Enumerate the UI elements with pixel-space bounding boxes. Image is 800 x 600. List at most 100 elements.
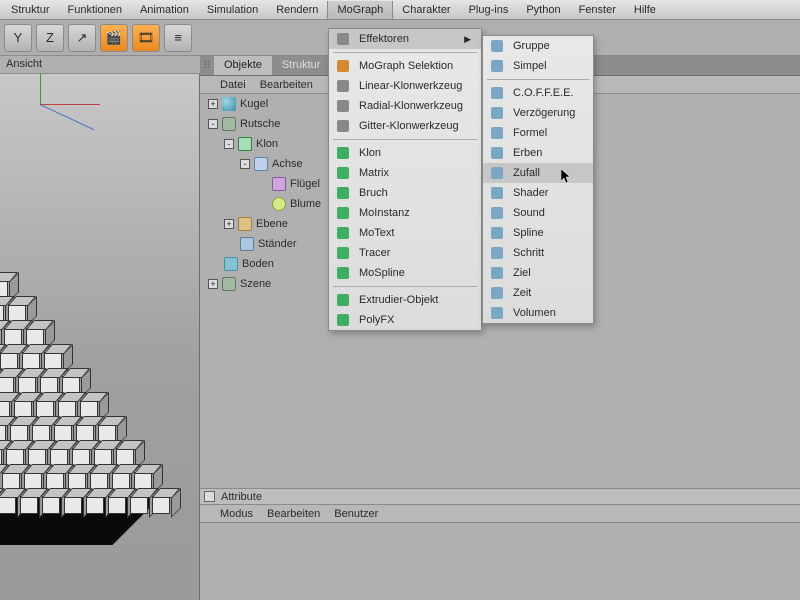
menu-item-label: Erben xyxy=(513,147,542,159)
attr-menu-benutzer[interactable]: Benutzer xyxy=(334,508,378,520)
menu-item-schritt[interactable]: Schritt xyxy=(483,243,593,263)
attr-checkbox[interactable] xyxy=(204,491,215,502)
menu-item-label: MoGraph Selektion xyxy=(359,60,453,72)
menu-item-extrudier-objekt[interactable]: Extrudier-Objekt xyxy=(329,290,481,310)
effector-icon xyxy=(335,145,351,161)
menu-struktur[interactable]: Struktur xyxy=(2,1,59,19)
menu-item-mograph-selektion[interactable]: MoGraph Selektion xyxy=(329,56,481,76)
grip-icon: ⠿ xyxy=(200,56,214,75)
menu-item-effektoren[interactable]: Effektoren▶ xyxy=(329,29,481,49)
mograph-dropdown[interactable]: Effektoren▶ MoGraph Selektion Linear-Klonw… xyxy=(328,28,482,331)
menu-item-gitter-klonwerkzeug[interactable]: Gitter-Klonwerkzeug xyxy=(329,116,481,136)
menu-fenster[interactable]: Fenster xyxy=(570,1,625,19)
expand-toggle[interactable]: + xyxy=(224,219,234,229)
menu-item-spline[interactable]: Spline xyxy=(483,223,593,243)
menu-item-label: Matrix xyxy=(359,167,389,179)
tool-btn-3[interactable]: 🎬 xyxy=(100,24,128,52)
effector-icon xyxy=(335,225,351,241)
tool-btn-2[interactable]: ↗ xyxy=(68,24,96,52)
tab-objekte[interactable]: Objekte xyxy=(214,56,272,75)
effektoren-submenu[interactable]: Gruppe Simpel C.O.F.F.E.E. Verzögerung Forme… xyxy=(482,35,594,324)
menu-item-label: Ziel xyxy=(513,267,531,279)
menu-item-label: PolyFX xyxy=(359,314,394,326)
menu-plug-ins[interactable]: Plug-ins xyxy=(460,1,518,19)
effector-icon xyxy=(335,185,351,201)
menu-item-volumen[interactable]: Volumen xyxy=(483,303,593,323)
obj-menu-bearbeiten[interactable]: Bearbeiten xyxy=(260,79,313,91)
menu-hilfe[interactable]: Hilfe xyxy=(625,1,665,19)
menu-item-c-o-f-f-e-e-[interactable]: C.O.F.F.E.E. xyxy=(483,83,593,103)
menu-item-label: Klon xyxy=(359,147,381,159)
menu-item-zeit[interactable]: Zeit xyxy=(483,283,593,303)
attr-menu-bearbeiten[interactable]: Bearbeiten xyxy=(267,508,320,520)
effector-icon xyxy=(489,58,505,74)
menu-item-bruch[interactable]: Bruch xyxy=(329,183,481,203)
tool-btn-1[interactable]: Z xyxy=(36,24,64,52)
effector-icon xyxy=(335,118,351,134)
menu-item-ziel[interactable]: Ziel xyxy=(483,263,593,283)
expand-toggle[interactable]: - xyxy=(224,139,234,149)
expand-toggle[interactable]: - xyxy=(240,159,250,169)
menu-rendern[interactable]: Rendern xyxy=(267,1,327,19)
tool-btn-0[interactable]: Y xyxy=(4,24,32,52)
menu-item-klon[interactable]: Klon xyxy=(329,143,481,163)
menu-item-radial-klonwerkzeug[interactable]: Radial-Klonwerkzeug xyxy=(329,96,481,116)
menu-item-label: MoInstanz xyxy=(359,207,410,219)
menu-item-gruppe[interactable]: Gruppe xyxy=(483,36,593,56)
effector-icon xyxy=(489,105,505,121)
viewport-panel: Ansicht xyxy=(0,56,200,600)
menu-item-simpel[interactable]: Simpel xyxy=(483,56,593,76)
menu-item-linear-klonwerkzeug[interactable]: Linear-Klonwerkzeug xyxy=(329,76,481,96)
effector-icon xyxy=(489,125,505,141)
menubar: StrukturFunktionenAnimationSimulationRen… xyxy=(0,0,800,20)
tree-label: Achse xyxy=(272,158,303,170)
menu-item-formel[interactable]: Formel xyxy=(483,123,593,143)
menu-funktionen[interactable]: Funktionen xyxy=(59,1,131,19)
menu-mograph[interactable]: MoGraph xyxy=(327,1,393,19)
null-icon xyxy=(222,277,236,291)
tab-struktur[interactable]: Struktur xyxy=(272,56,331,75)
menu-python[interactable]: Python xyxy=(517,1,569,19)
expand-toggle[interactable]: + xyxy=(208,99,218,109)
expand-toggle[interactable]: - xyxy=(208,119,218,129)
tree-label: Klon xyxy=(256,138,278,150)
effector-icon xyxy=(489,165,505,181)
menu-item-erben[interactable]: Erben xyxy=(483,143,593,163)
menu-simulation[interactable]: Simulation xyxy=(198,1,267,19)
flower-icon xyxy=(272,197,286,211)
tool-btn-4[interactable]: 🎞 xyxy=(132,24,160,52)
menu-item-sound[interactable]: Sound xyxy=(483,203,593,223)
viewport-3d[interactable] xyxy=(0,74,200,600)
tree-label: Rutsche xyxy=(240,118,280,130)
effector-icon xyxy=(489,38,505,54)
menu-charakter[interactable]: Charakter xyxy=(393,1,459,19)
effector-icon xyxy=(489,285,505,301)
effector-icon xyxy=(335,245,351,261)
effector-icon xyxy=(489,205,505,221)
expand-toggle[interactable]: + xyxy=(208,279,218,289)
attributes-header: Attribute xyxy=(200,488,800,505)
menu-item-label: Verzögerung xyxy=(513,107,575,119)
obj-menu-datei[interactable]: Datei xyxy=(220,79,246,91)
menu-item-tracer[interactable]: Tracer xyxy=(329,243,481,263)
effector-icon xyxy=(335,165,351,181)
menu-item-label: Spline xyxy=(513,227,544,239)
menu-item-shader[interactable]: Shader xyxy=(483,183,593,203)
tool-btn-5[interactable]: ≡ xyxy=(164,24,192,52)
menu-item-label: Schritt xyxy=(513,247,544,259)
effector-icon xyxy=(489,245,505,261)
menu-item-moinstanz[interactable]: MoInstanz xyxy=(329,203,481,223)
menu-animation[interactable]: Animation xyxy=(131,1,198,19)
menu-item-polyfx[interactable]: PolyFX xyxy=(329,310,481,330)
menu-item-label: Tracer xyxy=(359,247,390,259)
menu-item-label: Gruppe xyxy=(513,40,550,52)
attr-menu-modus[interactable]: Modus xyxy=(220,508,253,520)
menu-item-zufall[interactable]: Zufall xyxy=(483,163,593,183)
menu-item-label: MoText xyxy=(359,227,394,239)
effector-icon xyxy=(489,185,505,201)
menu-item-mospline[interactable]: MoSpline xyxy=(329,263,481,283)
menu-item-verz-gerung[interactable]: Verzögerung xyxy=(483,103,593,123)
menu-item-motext[interactable]: MoText xyxy=(329,223,481,243)
effector-icon xyxy=(335,78,351,94)
menu-item-matrix[interactable]: Matrix xyxy=(329,163,481,183)
